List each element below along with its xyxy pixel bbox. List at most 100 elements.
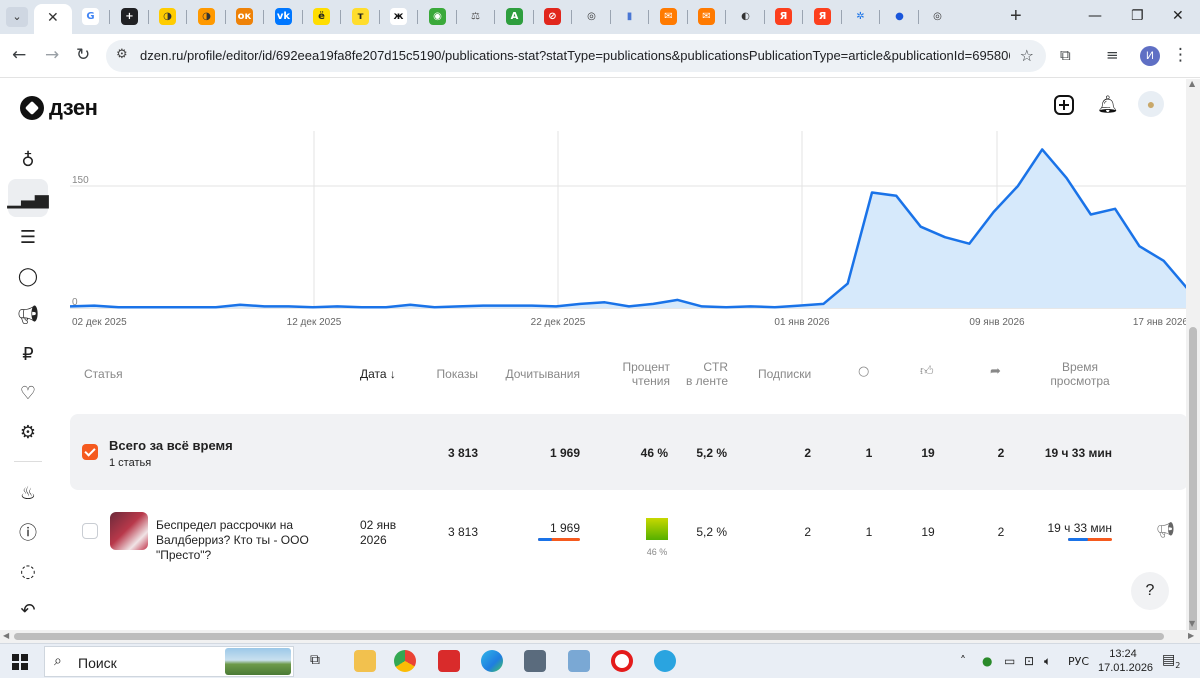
volume-icon[interactable]: 🔈︎ <box>1044 654 1051 669</box>
sidebar-item-statistics[interactable]: ▁▃▅ <box>7 179 49 217</box>
chrome-icon[interactable]: ◎ <box>929 8 946 25</box>
notifications-icon[interactable]: ▤2 <box>1162 652 1180 670</box>
new-tab-button[interactable]: + <box>1010 6 1022 26</box>
taskbar-search[interactable]: ⌕ Поиск <box>44 646 294 677</box>
window-close-icon[interactable]: ✕ <box>1172 6 1184 26</box>
article-thumbnail[interactable] <box>110 512 148 550</box>
table-row[interactable]: Беспредел рассрочки на Валдберриз? Кто т… <box>70 505 1188 563</box>
sidebar-item-settings[interactable]: ⚙ <box>8 413 48 451</box>
user-avatar[interactable]: ● <box>1138 91 1164 117</box>
horizontal-scroll-thumb[interactable] <box>14 633 1164 640</box>
odnoklassniki-icon[interactable]: ок <box>236 8 253 25</box>
tray-battery-icon[interactable]: ▭ <box>1004 654 1015 668</box>
scales-icon[interactable]: ⚖ <box>467 8 484 25</box>
total-row[interactable]: Всего за всё время 1 статья 3 813 1 969 … <box>70 414 1188 490</box>
clock[interactable]: 13:24 17.01.2026 <box>1098 647 1153 675</box>
sidebar-item-main[interactable]: ♁ <box>8 141 48 179</box>
scroll-right-icon[interactable]: ▶ <box>1188 631 1194 640</box>
tab-search-button[interactable]: ⌄ <box>6 7 28 27</box>
dzen-logo-text[interactable]: дзен <box>49 95 98 121</box>
yandex-music-icon[interactable]: ◑ <box>159 8 176 25</box>
sidebar-item-help[interactable]: ⓘ <box>8 513 48 551</box>
col-shows[interactable]: Показы <box>408 367 478 381</box>
forward-icon[interactable]: → <box>45 45 59 65</box>
bookmark-star-icon[interactable]: ☆ <box>1020 46 1034 65</box>
sidebar-item-back[interactable]: ↶ <box>8 591 48 629</box>
media-controls-icon[interactable]: ≡ <box>1106 45 1119 65</box>
t-icon[interactable]: т <box>352 8 369 25</box>
close-tab-icon[interactable]: ✕ <box>47 9 59 26</box>
create-post-icon[interactable] <box>1054 95 1074 115</box>
game-icon[interactable]: ◉ <box>429 8 446 25</box>
sidebar-item-publications[interactable]: ☰ <box>8 218 48 256</box>
col-reads[interactable]: Дочитывания <box>480 367 581 381</box>
tab-active[interactable]: ✕ <box>34 4 72 34</box>
yo-icon[interactable]: ё <box>313 8 330 25</box>
plus-box-icon[interactable]: + <box>121 8 138 25</box>
back-icon[interactable]: ← <box>12 45 26 65</box>
file-explorer-icon[interactable] <box>354 650 376 672</box>
telegram-icon[interactable] <box>654 650 676 672</box>
dzen-logo-icon[interactable] <box>20 96 44 120</box>
vk-icon[interactable]: vk <box>275 8 292 25</box>
col-date[interactable]: Дата ↓ <box>360 367 396 381</box>
zhzh-icon[interactable]: ж <box>390 8 407 25</box>
window-app-icon[interactable] <box>568 650 590 672</box>
col-ctr[interactable]: CTR в ленте <box>670 360 728 388</box>
scroll-left-icon[interactable]: ◀ <box>3 631 9 640</box>
row-checkbox[interactable] <box>82 523 98 539</box>
task-view-icon[interactable]: ⧉ <box>310 652 320 668</box>
chrome-icon[interactable]: ◎ <box>583 8 600 25</box>
thumbs-up-icon[interactable]: 👍︎ <box>920 364 934 379</box>
scroll-up-icon[interactable]: ▲ <box>1189 79 1195 88</box>
repost-arrow-icon[interactable]: ➦ <box>990 364 1001 379</box>
globe-icon[interactable]: ◐ <box>737 8 754 25</box>
profile-avatar[interactable]: И <box>1140 46 1160 66</box>
col-subscriptions[interactable]: Подписки <box>758 367 811 381</box>
dot-icon[interactable]: ● <box>891 8 908 25</box>
chrome-taskbar-icon[interactable] <box>394 650 416 672</box>
sidebar-item-trends[interactable]: ♨ <box>8 474 48 512</box>
yandex-icon[interactable]: Я <box>814 8 831 25</box>
network-icon[interactable]: ⊡ <box>1024 654 1034 668</box>
scroll-down-icon[interactable]: ▼ <box>1189 619 1195 628</box>
total-checkbox[interactable] <box>82 444 98 460</box>
windows-start-icon[interactable] <box>12 654 28 670</box>
google-icon[interactable]: G <box>82 8 99 25</box>
no-entry-icon[interactable]: ⊘ <box>544 8 561 25</box>
letter-a-icon[interactable]: A <box>506 8 523 25</box>
sidebar-item-chat[interactable]: ◌ <box>8 552 48 590</box>
address-bar[interactable]: ⚙ dzen.ru/profile/editor/id/692eea19fa8f… <box>106 40 1046 72</box>
help-button[interactable]: ? <box>1131 572 1169 610</box>
promote-megaphone-icon[interactable]: 📢︎ <box>1156 521 1175 539</box>
opera-icon[interactable] <box>611 650 633 672</box>
edge-icon[interactable] <box>481 650 503 672</box>
col-view-time[interactable]: Время просмотра <box>1040 360 1120 388</box>
gear-icon[interactable]: ✲ <box>852 8 869 25</box>
notifications-bell-icon[interactable]: 🔔︎ <box>1097 95 1119 115</box>
minimize-icon[interactable]: — <box>1088 6 1102 26</box>
tray-app-icon[interactable]: ● <box>982 654 992 668</box>
mail-icon[interactable]: ✉ <box>698 8 715 25</box>
word-icon[interactable] <box>524 650 546 672</box>
language-indicator[interactable]: РУС <box>1068 655 1089 668</box>
article-title-link[interactable]: Беспредел рассрочки на Валдберриз? Кто т… <box>156 518 361 563</box>
horizontal-scrollbar[interactable]: ◀ ▶ <box>0 630 1200 643</box>
comments-icon[interactable]: ○ <box>858 364 869 379</box>
browser-menu-icon[interactable]: ⋮ <box>1172 45 1189 65</box>
acrobat-icon[interactable] <box>438 650 460 672</box>
yandex-music-icon[interactable]: ◑ <box>198 8 215 25</box>
sidebar-item-comments[interactable]: ◯ <box>8 257 48 295</box>
col-percent[interactable]: Процент чтения <box>610 360 670 388</box>
chart-icon[interactable]: ▮ <box>621 8 638 25</box>
reload-icon[interactable]: ↻ <box>76 45 90 65</box>
sidebar-item-support[interactable]: ♡ <box>8 374 48 412</box>
tray-chevron-icon[interactable]: ˄ <box>960 654 966 668</box>
sidebar-item-promotion[interactable]: 📢︎ <box>8 296 48 334</box>
yandex-icon[interactable]: Я <box>775 8 792 25</box>
col-article[interactable]: Статья <box>84 367 123 381</box>
extensions-icon[interactable]: ⧉ <box>1060 45 1071 65</box>
restore-icon[interactable]: ❐ <box>1131 6 1144 26</box>
mail-icon[interactable]: ✉ <box>660 8 677 25</box>
sidebar-item-monetization[interactable]: ₽ <box>8 335 48 373</box>
